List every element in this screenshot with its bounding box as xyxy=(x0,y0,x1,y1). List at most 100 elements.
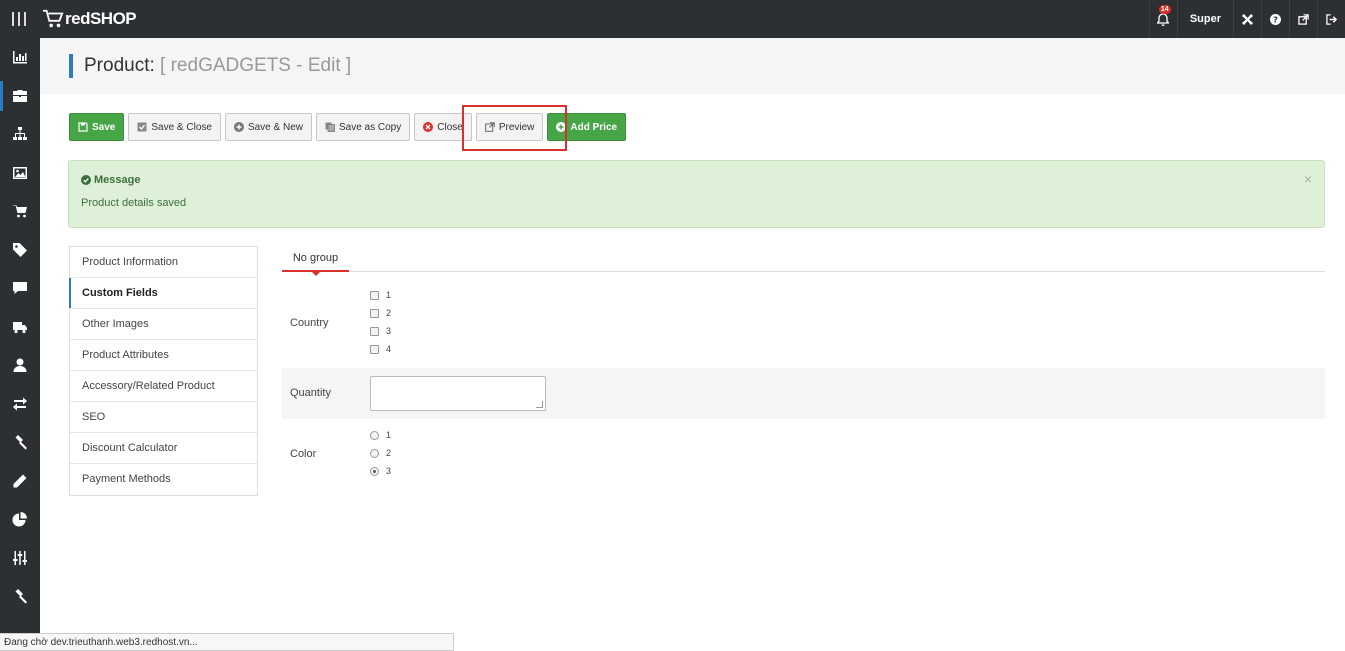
save-close-button[interactable]: Save & Close xyxy=(128,113,221,141)
country-option[interactable]: 1 xyxy=(370,290,391,300)
exchange-icon xyxy=(13,397,27,411)
country-option[interactable]: 4 xyxy=(370,344,391,354)
add-price-button-label: Add Price xyxy=(570,121,618,133)
country-option[interactable]: 2 xyxy=(370,308,391,318)
close-circle-icon xyxy=(423,122,434,132)
sidebar-item-configuration[interactable] xyxy=(0,539,40,578)
sitemap-icon xyxy=(13,127,27,141)
user-menu[interactable]: Super xyxy=(1176,0,1233,38)
tab-payment-methods[interactable]: Payment Methods xyxy=(70,464,257,495)
color-option[interactable]: 2 xyxy=(370,448,391,458)
country-label: Country xyxy=(290,317,329,329)
country-option[interactable]: 3 xyxy=(370,326,391,336)
pencil-icon xyxy=(13,474,27,488)
radio-selected[interactable] xyxy=(370,466,379,476)
checkbox[interactable] xyxy=(370,344,379,354)
user-icon xyxy=(13,358,27,373)
sidebar-item-statistics[interactable] xyxy=(0,500,40,539)
checkbox[interactable] xyxy=(370,290,379,300)
message-heading: Message xyxy=(81,174,140,186)
sidebar-item-categories[interactable] xyxy=(0,115,40,154)
checkbox[interactable] xyxy=(370,326,379,336)
close-button-label: Close xyxy=(437,121,463,133)
sidebar xyxy=(0,38,40,633)
joomla-icon xyxy=(1242,13,1253,25)
truck-icon xyxy=(13,321,27,333)
save-new-button-label: Save & New xyxy=(247,121,303,133)
sidebar-item-orders[interactable] xyxy=(0,192,40,231)
dashboard-icon xyxy=(13,51,27,64)
tab-product-information[interactable]: Product Information xyxy=(70,247,257,278)
logout-button[interactable] xyxy=(1317,0,1345,38)
sidebar-item-users[interactable] xyxy=(0,346,40,385)
check-circle-icon xyxy=(81,175,91,185)
sidebar-item-tools[interactable] xyxy=(0,423,40,462)
sidebar-item-shipping[interactable] xyxy=(0,308,40,347)
svg-text:?: ? xyxy=(1273,14,1278,24)
tab-discount-calculator[interactable]: Discount Calculator xyxy=(70,433,257,464)
cart-icon xyxy=(13,205,27,218)
briefcase-icon xyxy=(13,89,27,102)
comment-icon xyxy=(13,282,27,295)
sliders-icon xyxy=(13,550,27,565)
close-button[interactable]: Close xyxy=(414,113,472,141)
option-label: 3 xyxy=(386,466,392,476)
quantity-textarea[interactable] xyxy=(370,376,546,411)
radio[interactable] xyxy=(370,448,379,458)
notification-count-badge: 14 xyxy=(1158,5,1171,14)
tag-icon xyxy=(13,242,27,257)
color-label: Color xyxy=(290,448,317,460)
tab-seo[interactable]: SEO xyxy=(70,402,257,433)
sidebar-item-products[interactable] xyxy=(0,77,40,116)
field-group-tabs: No group xyxy=(282,245,1325,276)
quantity-field-row: Quantity xyxy=(282,368,1325,419)
tab-accessory-related[interactable]: Accessory/Related Product xyxy=(70,371,257,402)
gavel-icon xyxy=(15,435,27,450)
option-label: 1 xyxy=(386,430,392,440)
sidebar-item-import-export[interactable] xyxy=(0,385,40,424)
success-message: Message Product details saved × xyxy=(68,160,1325,228)
pie-chart-icon xyxy=(12,512,27,527)
bell-icon xyxy=(1157,12,1170,26)
view-site-button[interactable] xyxy=(1289,0,1317,38)
sidebar-item-media[interactable] xyxy=(0,154,40,193)
plus-circle-icon xyxy=(233,122,244,132)
cart-logo-icon xyxy=(42,9,64,28)
logout-icon xyxy=(1326,13,1337,25)
notifications-button[interactable]: 14 xyxy=(1148,0,1177,38)
page-title-subtitle: [ redGADGETS - Edit ] xyxy=(160,55,352,76)
browser-status-bar: Đang chờ dev.trieuthanh.web3.redhost.vn.… xyxy=(0,633,454,651)
save-copy-button-label: Save as Copy xyxy=(338,121,402,133)
sidebar-item-dashboard[interactable] xyxy=(0,38,40,77)
tab-custom-fields[interactable]: Custom Fields xyxy=(69,278,257,309)
save-copy-button[interactable]: Save as Copy xyxy=(315,113,411,141)
add-price-button[interactable]: Add Price xyxy=(547,113,627,141)
preview-button[interactable]: Preview xyxy=(475,113,544,141)
plus-circle-icon xyxy=(556,122,567,132)
sidebar-item-discounts[interactable] xyxy=(0,231,40,270)
quantity-label: Quantity xyxy=(290,387,331,399)
save-button[interactable]: Save xyxy=(69,113,125,141)
color-option[interactable]: 1 xyxy=(370,430,391,440)
product-tabs: Product Information Custom Fields Other … xyxy=(69,246,258,496)
checkbox[interactable] xyxy=(370,308,379,318)
color-option[interactable]: 3 xyxy=(370,466,391,476)
joomla-button[interactable] xyxy=(1233,0,1261,38)
hammer-icon xyxy=(15,589,27,604)
save-new-button[interactable]: Save & New xyxy=(224,113,312,141)
save-close-button-label: Save & Close xyxy=(151,121,212,133)
sidebar-item-customization[interactable] xyxy=(0,462,40,501)
tab-no-group[interactable]: No group xyxy=(282,245,349,276)
sidebar-item-communication[interactable] xyxy=(0,269,40,308)
sidebar-item-maintenance[interactable] xyxy=(0,577,40,616)
save-icon xyxy=(78,122,88,132)
help-button[interactable]: ? xyxy=(1261,0,1289,38)
radio[interactable] xyxy=(370,430,379,440)
menu-toggle-icon[interactable] xyxy=(0,0,38,38)
redshop-logo[interactable]: redSHOP xyxy=(42,6,137,32)
tab-other-images[interactable]: Other Images xyxy=(70,309,257,340)
message-close-button[interactable]: × xyxy=(1304,171,1312,187)
color-field-row: Color 1 2 3 xyxy=(282,423,1325,485)
tab-product-attributes[interactable]: Product Attributes xyxy=(70,340,257,371)
toolbar: Save Save & Close Save & New Save as Cop… xyxy=(69,113,630,141)
